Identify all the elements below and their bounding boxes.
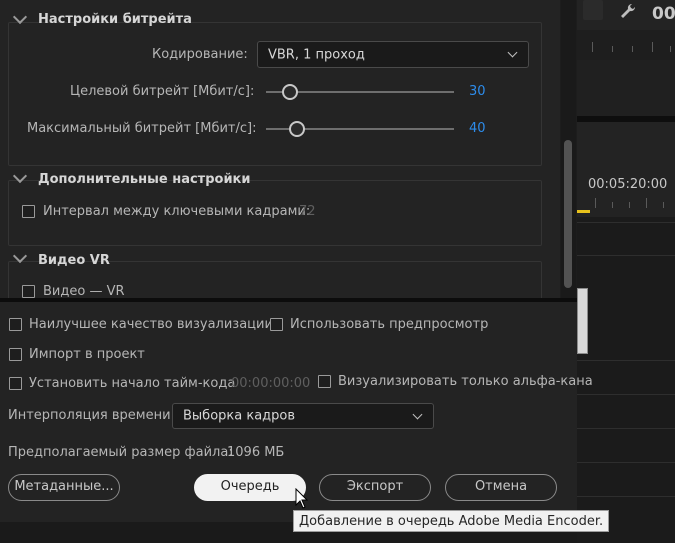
chevron-down-icon [507, 47, 518, 58]
alpha-only-checkbox[interactable] [318, 375, 331, 388]
keyframe-interval-checkbox[interactable] [22, 205, 35, 218]
ruler-tick [663, 202, 664, 208]
video-clip[interactable] [577, 288, 588, 354]
encoding-label: Кодирование: [152, 47, 248, 62]
keyframe-interval-label: Интервал между ключевыми кадрами: [43, 204, 311, 219]
target-bitrate-label: Целевой битрейт [Мбит/с]: [70, 84, 255, 99]
bitrate-section-title[interactable]: Настройки битрейта [38, 12, 192, 27]
interpolation-select[interactable]: Выборка кадров [172, 403, 434, 429]
max-bitrate-label: Максимальный битрейт [Мбит/с]: [27, 121, 257, 136]
keyframe-interval-value[interactable]: 72 [299, 204, 316, 219]
use-preview-checkbox[interactable] [270, 318, 283, 331]
vr-video-checkbox[interactable] [22, 285, 35, 298]
export-button[interactable]: Экспорт [319, 474, 431, 501]
wrench-icon[interactable] [618, 2, 638, 22]
track-line [577, 496, 675, 497]
set-timecode-label: Установить начало тайм-кода [29, 376, 236, 391]
chevron-down-icon [412, 409, 423, 420]
scrollbar-thumb[interactable] [564, 140, 572, 288]
target-bitrate-slider-thumb[interactable] [282, 84, 298, 100]
top-counter: 00 [652, 4, 675, 24]
max-bitrate-slider-thumb[interactable] [289, 121, 305, 137]
track-line [577, 222, 675, 223]
timeline-header [577, 122, 675, 217]
ruler-tick [629, 202, 630, 208]
timeline-timecode: 00:05:20:00 [588, 177, 668, 192]
ruler-tick [632, 46, 633, 52]
interpolation-label: Интерполяция времени: [8, 408, 175, 423]
best-quality-checkbox[interactable] [9, 318, 22, 331]
metadata-button[interactable]: Метаданные... [8, 474, 120, 501]
queue-button[interactable]: Очередь [194, 474, 306, 501]
ruler-tick [592, 42, 593, 52]
interpolation-value: Выборка кадров [183, 408, 296, 424]
track-line [577, 394, 675, 395]
track-line [577, 462, 675, 463]
file-size-label: Предполагаемый размер файла: [8, 445, 233, 460]
ruler-tick [595, 198, 596, 208]
cancel-button[interactable]: Отмена [445, 474, 557, 501]
ruler-tick [612, 202, 613, 208]
target-bitrate-value[interactable]: 30 [469, 84, 486, 99]
alpha-only-label: Визуализировать только альфа-кана [338, 374, 593, 389]
dropdown-arrow-icon[interactable] [583, 0, 603, 20]
ruler-tick [670, 46, 671, 52]
track-line [577, 360, 675, 361]
playhead-marker[interactable] [577, 210, 590, 213]
vr-section-title[interactable]: Видео VR [38, 253, 110, 268]
advanced-section-title[interactable]: Дополнительные настройки [38, 172, 250, 187]
ruler-tick [612, 46, 613, 52]
max-bitrate-value[interactable]: 40 [469, 121, 486, 136]
use-preview-label: Использовать предпросмотр [290, 317, 489, 332]
queue-tooltip: Добавление в очередь Adobe Media Encoder… [293, 510, 610, 532]
encoding-select[interactable]: VBR, 1 проход [257, 41, 529, 68]
encoding-value: VBR, 1 проход [268, 47, 365, 62]
vr-video-label: Видео — VR [43, 284, 125, 299]
ruler-tick [652, 42, 653, 52]
import-project-checkbox[interactable] [9, 348, 22, 361]
import-project-label: Импорт в проект [29, 347, 145, 362]
set-timecode-checkbox[interactable] [9, 377, 22, 390]
monitor-area [577, 60, 675, 116]
ruler-tick [646, 198, 647, 208]
mouse-cursor-icon [295, 487, 309, 510]
best-quality-label: Наилучшее качество визуализации [29, 317, 273, 332]
track-line [577, 428, 675, 429]
timecode-value[interactable]: 00:00:00:00 [231, 376, 310, 391]
file-size-value: 1096 МБ [227, 445, 285, 460]
track-line [577, 255, 675, 256]
